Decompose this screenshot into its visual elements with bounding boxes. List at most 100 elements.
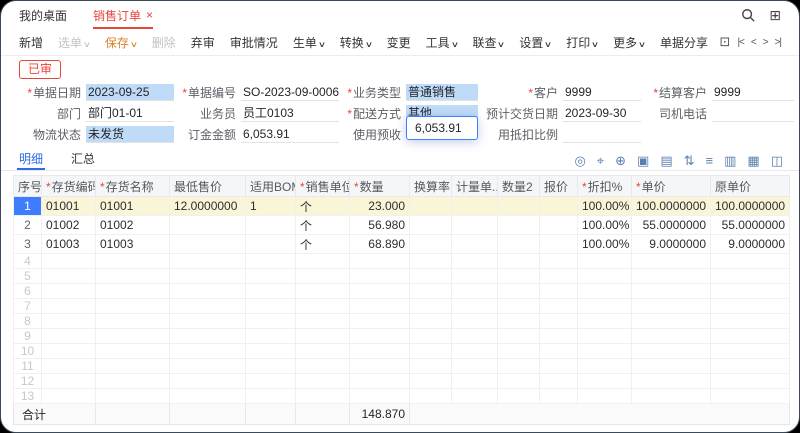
cell-empty[interactable] [540,374,578,389]
cell-empty[interactable] [452,299,498,314]
cell-empty[interactable] [632,269,711,284]
cell-empty[interactable] [578,329,632,344]
table-row-empty[interactable]: 6 [14,284,790,299]
cell-empty[interactable] [296,269,350,284]
cell-empty[interactable] [498,254,540,269]
row-number[interactable]: 3 [14,235,42,254]
columns-icon[interactable]: ▥ [724,154,736,167]
cell-empty[interactable] [452,374,498,389]
cell-empty[interactable] [246,269,296,284]
cell-empty[interactable] [170,344,246,359]
cell-empty[interactable] [410,359,452,374]
column-header-price[interactable]: *单价 [632,176,711,197]
close-tab-icon[interactable]: × [146,8,153,22]
cell-empty[interactable] [578,374,632,389]
cell-inv-name[interactable]: 01002 [96,216,170,235]
cell-empty[interactable] [350,389,410,404]
field-value-doc-date[interactable]: 2023-09-25 [86,84,174,101]
cell-empty[interactable] [170,299,246,314]
field-value-logistics-status[interactable]: 未发货 [86,126,174,143]
cell-empty[interactable] [498,314,540,329]
cell-conv-rate[interactable] [410,216,452,235]
cell-empty[interactable] [452,284,498,299]
cell-empty[interactable] [42,329,96,344]
cell-empty[interactable] [498,389,540,404]
cell-empty[interactable] [540,284,578,299]
column-header-min-price[interactable]: 最低售价 [170,176,246,197]
cell-empty[interactable] [42,314,96,329]
cell-empty[interactable] [711,284,790,299]
insert-row-icon[interactable]: ▤ [660,154,672,167]
cell-empty[interactable] [170,314,246,329]
field-value-department[interactable]: 部门01-01 [86,105,174,122]
table-row-empty[interactable]: 11 [14,359,790,374]
add-row-icon[interactable]: ⊕ [615,154,626,167]
cell-empty[interactable] [96,299,170,314]
toolbar-button-tools[interactable]: 工具∨ [426,34,458,51]
table-row-empty[interactable]: 4 [14,254,790,269]
cell-empty[interactable] [170,389,246,404]
row-number[interactable]: 2 [14,216,42,235]
cell-conv-rate[interactable] [410,235,452,254]
cell-measure-unit[interactable] [452,235,498,254]
column-header-seq[interactable]: 序号 [14,176,42,197]
cell-empty[interactable] [711,269,790,284]
toolbar-button-pick-order[interactable]: 选单∨ [58,34,90,51]
cell-empty[interactable] [350,314,410,329]
cell-empty[interactable] [296,254,350,269]
search-icon[interactable] [741,8,755,22]
cell-empty[interactable] [540,314,578,329]
field-value-doc-no[interactable]: SO-2023-09-0006 [241,84,339,101]
cell-empty[interactable] [170,269,246,284]
cell-empty[interactable] [42,269,96,284]
cell-empty[interactable] [42,254,96,269]
cell-empty[interactable] [498,344,540,359]
table-row-empty[interactable]: 5 [14,269,790,284]
toolbar-button-generate-doc[interactable]: 生单∨ [293,34,325,51]
cell-empty[interactable] [498,329,540,344]
cell-inv-name[interactable]: 01001 [96,197,170,216]
cell-discount[interactable]: 100.00% [578,235,632,254]
last-record[interactable]: >| [775,37,781,48]
tab-my-desktop[interactable]: 我的桌面 [19,1,67,29]
toolbar-button-unapprove[interactable]: 弃审 [191,34,215,51]
cell-empty[interactable] [96,374,170,389]
cell-empty[interactable] [42,374,96,389]
column-header-discount[interactable]: *折扣% [578,176,632,197]
cell-empty[interactable] [246,284,296,299]
table-row[interactable]: 30100301003 个68.890 100.00%9.00000009.00… [14,235,790,254]
cell-empty[interactable] [540,359,578,374]
cell-empty[interactable] [42,284,96,299]
cell-empty[interactable] [170,284,246,299]
cell-empty[interactable] [452,314,498,329]
cell-quote[interactable] [540,197,578,216]
cell-empty[interactable] [632,329,711,344]
column-header-conv-rate[interactable]: 换算率 [410,176,452,197]
cell-empty[interactable] [632,314,711,329]
cell-price[interactable]: 55.0000000 [632,216,711,235]
cell-empty[interactable] [632,344,711,359]
next-record[interactable]: > [763,37,768,48]
cell-measure-unit[interactable] [452,197,498,216]
cell-empty[interactable] [711,359,790,374]
cell-empty[interactable] [350,284,410,299]
cell-bom[interactable] [246,216,296,235]
fullscreen-icon[interactable]: ◫ [771,154,783,167]
cell-empty[interactable] [96,389,170,404]
table-row[interactable]: 20100201002 个56.980 100.00%55.000000055.… [14,216,790,235]
field-value-expected-delivery-date[interactable]: 2023-09-30 [563,105,641,122]
cell-empty[interactable] [246,329,296,344]
grid-settings-icon[interactable]: ▦ [747,154,759,167]
column-header-sales-unit[interactable]: *销售单位 [296,176,350,197]
toolbar-button-approval-status[interactable]: 审批情况 [230,34,278,51]
cell-min-price[interactable] [170,216,246,235]
cell-empty[interactable] [170,359,246,374]
row-number[interactable]: 1 [14,197,42,216]
cell-inv-name[interactable]: 01003 [96,235,170,254]
cell-orig-price[interactable]: 100.0000000 [711,197,790,216]
cell-empty[interactable] [246,344,296,359]
cell-empty[interactable] [410,344,452,359]
column-header-qty2[interactable]: 数量2 [498,176,540,197]
cell-empty[interactable] [246,389,296,404]
cell-empty[interactable] [711,314,790,329]
